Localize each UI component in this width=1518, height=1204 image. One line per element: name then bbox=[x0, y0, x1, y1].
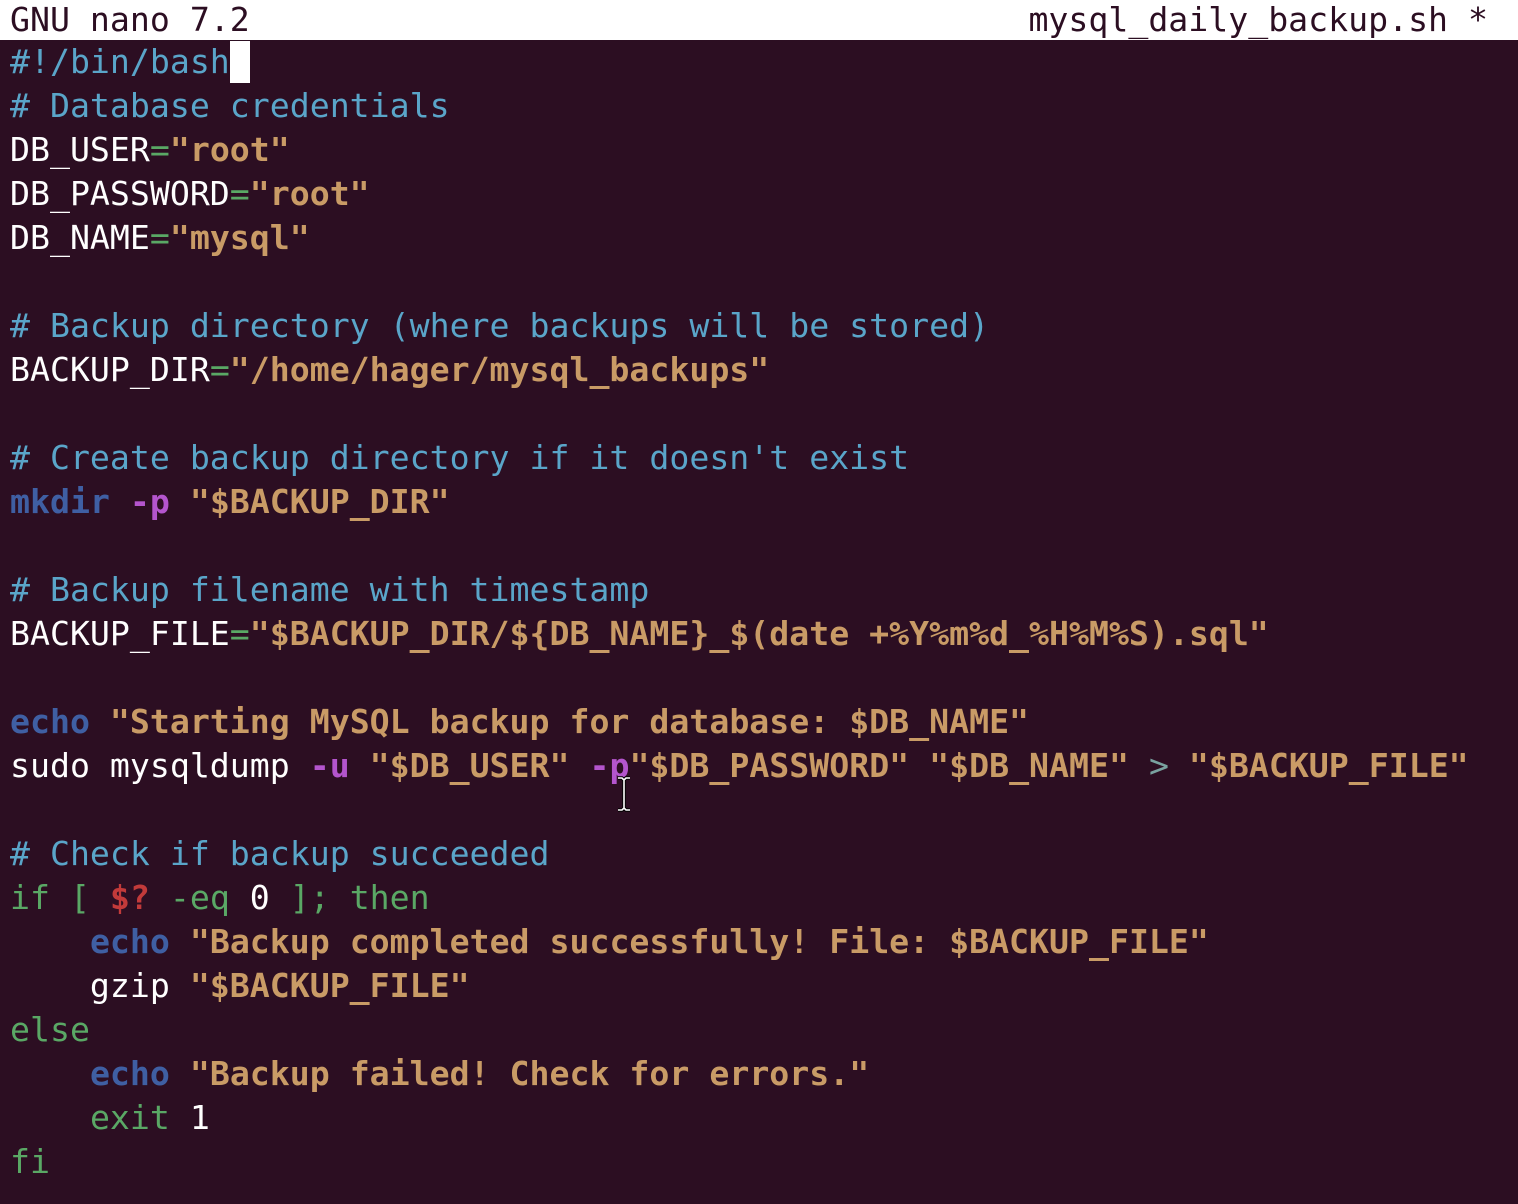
text-cursor bbox=[229, 41, 250, 83]
code-token-builtin: mkdir bbox=[10, 482, 110, 521]
code-token-comment: #!/bin/bash bbox=[10, 42, 230, 81]
code-line[interactable] bbox=[10, 656, 1469, 700]
code-line[interactable]: mkdir -p "$BACKUP_DIR" bbox=[10, 480, 1469, 524]
code-token-comment: # Backup directory (where backups will b… bbox=[10, 306, 990, 345]
code-token-default: 1 bbox=[189, 1098, 210, 1137]
code-token-string: "$BACKUP_FILE" bbox=[189, 966, 470, 1005]
code-token-comment: # Create backup directory if it doesn't … bbox=[10, 438, 910, 477]
file-name-label: mysql_daily_backup.sh * bbox=[1028, 0, 1488, 39]
i-beam-cursor-icon bbox=[618, 776, 630, 812]
code-line[interactable]: echo "Backup completed successfully! Fil… bbox=[10, 920, 1469, 964]
code-token-string: "Starting MySQL backup for database: $DB… bbox=[109, 702, 1030, 741]
code-token-string: "/home/hager/mysql_backups" bbox=[229, 350, 770, 389]
code-token-special-var: $? bbox=[109, 878, 150, 917]
code-token-default: BACKUP_DIR bbox=[10, 350, 210, 389]
code-token-string: "$DB_NAME" bbox=[929, 746, 1129, 785]
code-token-default bbox=[909, 746, 929, 785]
code-token-default bbox=[110, 482, 130, 521]
code-line[interactable]: exit 1 bbox=[10, 1096, 1469, 1140]
app-version-label: GNU nano 7.2 bbox=[10, 0, 250, 39]
code-line[interactable]: #!/bin/bash bbox=[10, 40, 1469, 84]
code-line[interactable]: sudo mysqldump -u "$DB_USER" -p"$DB_PASS… bbox=[10, 744, 1469, 788]
code-line[interactable]: BACKUP_DIR="/home/hager/mysql_backups" bbox=[10, 348, 1469, 392]
code-token-default: 0 bbox=[249, 878, 270, 917]
code-token-default bbox=[90, 702, 110, 741]
code-token-keyword: -eq bbox=[149, 878, 250, 917]
editor-text-area[interactable]: #!/bin/bash # Database credentials DB_USER… bbox=[10, 40, 1469, 1184]
code-token-keyword: = bbox=[229, 614, 250, 653]
code-token-default: DB_PASSWORD bbox=[10, 174, 230, 213]
code-token-keyword: ]; then bbox=[269, 878, 430, 917]
code-token-operator: > bbox=[1128, 746, 1189, 785]
code-line[interactable]: DB_PASSWORD="root" bbox=[10, 172, 1469, 216]
code-token-default bbox=[10, 1054, 90, 1093]
code-token-keyword: fi bbox=[10, 1142, 50, 1181]
code-token-default: gzip bbox=[10, 966, 190, 1005]
code-token-builtin: echo bbox=[89, 1054, 170, 1093]
code-token-keyword: = bbox=[229, 174, 250, 213]
code-token-keyword: else bbox=[10, 1010, 90, 1049]
code-token-string: "$BACKUP_DIR/${DB_NAME}_$(date +%Y%m%d_%… bbox=[249, 614, 1269, 653]
code-token-builtin: echo bbox=[10, 702, 90, 741]
code-token-default bbox=[170, 482, 190, 521]
code-line[interactable]: DB_NAME="mysql" bbox=[10, 216, 1469, 260]
code-token-comment: # Backup filename with timestamp bbox=[10, 570, 650, 609]
code-token-default: sudo mysqldump bbox=[10, 746, 310, 785]
code-token-default bbox=[350, 746, 370, 785]
code-line[interactable]: if [ $? -eq 0 ]; then bbox=[10, 876, 1469, 920]
code-line[interactable]: # Backup directory (where backups will b… bbox=[10, 304, 1469, 348]
code-line[interactable]: fi bbox=[10, 1140, 1469, 1184]
code-token-default bbox=[170, 1054, 190, 1093]
code-token-string: "Backup completed successfully! File: $B… bbox=[189, 922, 1209, 961]
code-line[interactable]: echo "Backup failed! Check for errors." bbox=[10, 1052, 1469, 1096]
code-line[interactable]: gzip "$BACKUP_FILE" bbox=[10, 964, 1469, 1008]
code-token-string: "root" bbox=[249, 174, 370, 213]
code-line[interactable]: # Check if backup succeeded bbox=[10, 832, 1469, 876]
code-line[interactable]: DB_USER="root" bbox=[10, 128, 1469, 172]
code-token-builtin: echo bbox=[89, 922, 170, 961]
code-token-option: -u bbox=[309, 746, 350, 785]
code-token-default: BACKUP_FILE bbox=[10, 614, 230, 653]
code-token-default bbox=[569, 746, 589, 785]
code-token-default bbox=[10, 922, 90, 961]
code-token-string: "$BACKUP_DIR" bbox=[189, 482, 450, 521]
code-line[interactable] bbox=[10, 524, 1469, 568]
code-token-keyword: = bbox=[209, 350, 230, 389]
code-token-string: "Backup failed! Check for errors." bbox=[189, 1054, 870, 1093]
nano-terminal-window: GNU nano 7.2 mysql_daily_backup.sh * #!/… bbox=[0, 0, 1518, 1204]
code-token-string: "root" bbox=[169, 130, 290, 169]
code-token-string: "$DB_USER" bbox=[369, 746, 570, 785]
code-line[interactable]: # Database credentials bbox=[10, 84, 1469, 128]
code-token-default bbox=[170, 922, 190, 961]
code-token-comment: # Check if backup succeeded bbox=[10, 834, 550, 873]
nano-title-bar: GNU nano 7.2 mysql_daily_backup.sh * bbox=[0, 0, 1518, 40]
code-token-keyword: = bbox=[149, 130, 170, 169]
code-line[interactable]: else bbox=[10, 1008, 1469, 1052]
code-line[interactable] bbox=[10, 392, 1469, 436]
code-token-string: "mysql" bbox=[169, 218, 310, 257]
code-token-comment: # Database credentials bbox=[10, 86, 450, 125]
code-line[interactable]: # Backup filename with timestamp bbox=[10, 568, 1469, 612]
code-line[interactable] bbox=[10, 260, 1469, 304]
code-token-string: "$BACKUP_FILE" bbox=[1188, 746, 1469, 785]
code-token-keyword: exit bbox=[89, 1098, 170, 1137]
code-token-keyword: if [ bbox=[10, 878, 110, 917]
code-token-default: DB_NAME bbox=[10, 218, 150, 257]
code-line[interactable]: echo "Starting MySQL backup for database… bbox=[10, 700, 1469, 744]
code-line[interactable]: BACKUP_FILE="$BACKUP_DIR/${DB_NAME}_$(da… bbox=[10, 612, 1469, 656]
code-token-keyword: = bbox=[149, 218, 170, 257]
code-token-default: DB_USER bbox=[10, 130, 150, 169]
code-line[interactable]: # Create backup directory if it doesn't … bbox=[10, 436, 1469, 480]
code-token-string: "$DB_PASSWORD" bbox=[629, 746, 910, 785]
code-line[interactable] bbox=[10, 788, 1469, 832]
code-token-default bbox=[10, 1098, 90, 1137]
code-token-default bbox=[170, 1098, 190, 1137]
code-token-option: -p bbox=[129, 482, 170, 521]
